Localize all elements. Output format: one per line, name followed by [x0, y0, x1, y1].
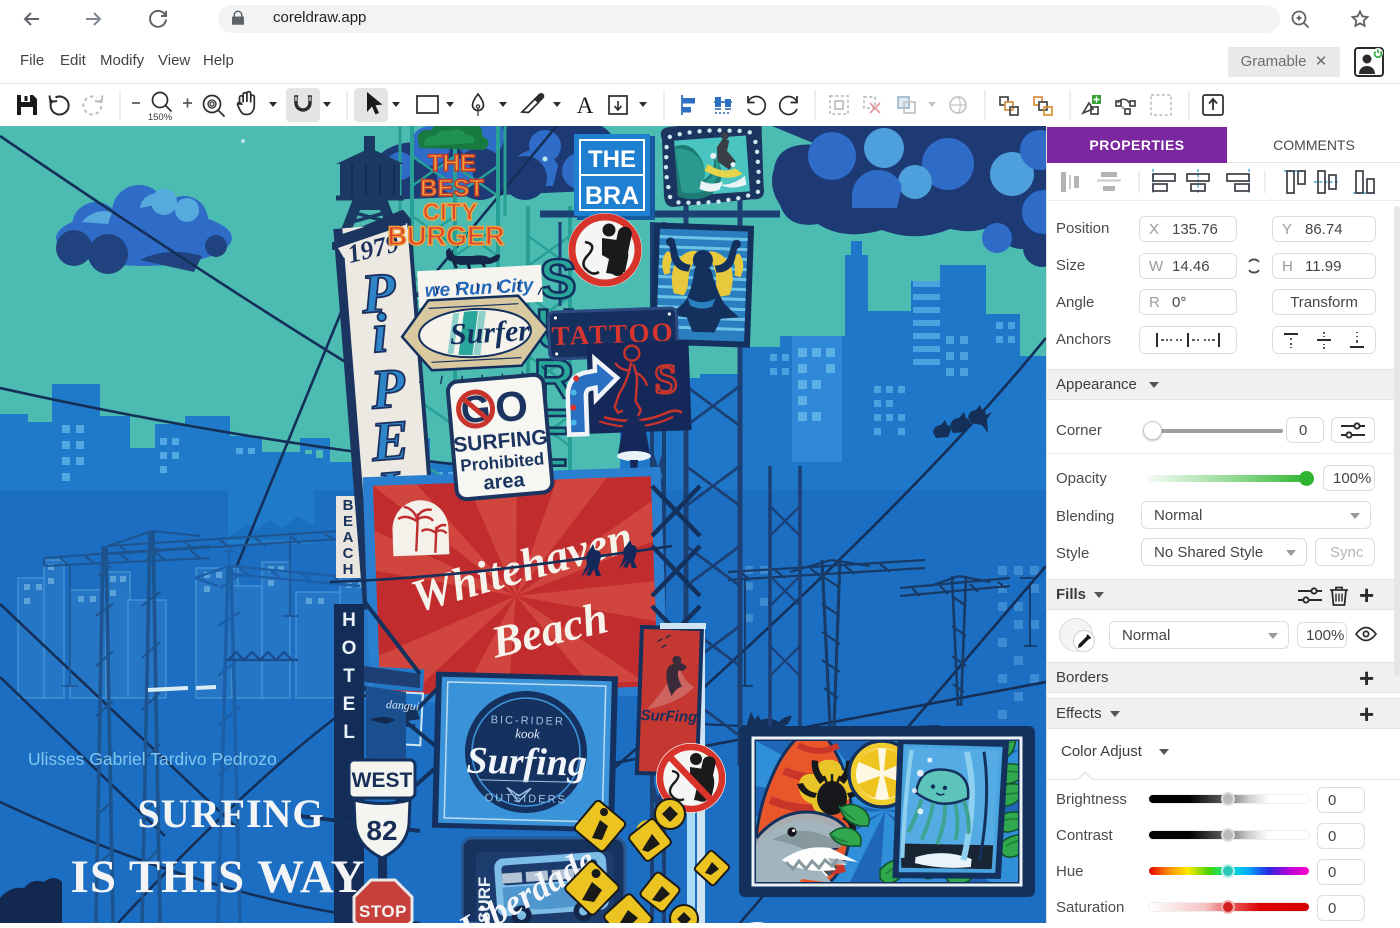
svg-text:Ulisses Gabriel Tardivo Pedroz: Ulisses Gabriel Tardivo Pedrozo	[28, 749, 277, 769]
svg-text:kook: kook	[515, 726, 540, 742]
svg-text:A: A	[577, 93, 594, 118]
svg-text:BRA: BRA	[585, 182, 639, 210]
svg-text:T: T	[343, 666, 355, 687]
svg-text:THE: THE	[428, 150, 476, 177]
svg-text:SurFing: SurFing	[640, 707, 697, 726]
svg-text:Surfing: Surfing	[466, 739, 587, 784]
svg-text:area: area	[483, 469, 527, 495]
svg-text:L: L	[343, 722, 355, 743]
svg-text:150%: 150%	[148, 112, 173, 123]
svg-text:H: H	[343, 561, 354, 578]
svg-text:H: H	[342, 610, 356, 631]
svg-text:C: C	[343, 545, 354, 562]
svg-text:WEST: WEST	[352, 769, 413, 792]
svg-text:STOP: STOP	[359, 902, 407, 921]
svg-text:BEST: BEST	[420, 175, 484, 202]
svg-text:°: °	[1121, 105, 1125, 115]
svg-text:O: O	[342, 638, 357, 659]
svg-text:dangui: dangui	[386, 697, 420, 713]
svg-text:82: 82	[366, 815, 397, 846]
svg-text:B: B	[343, 497, 354, 514]
svg-text:THE: THE	[588, 146, 636, 173]
svg-text:SURFING: SURFING	[137, 791, 324, 836]
svg-text:E: E	[343, 513, 353, 530]
svg-text:IS THIS WAY: IS THIS WAY	[71, 851, 366, 903]
svg-text:Surfer: Surfer	[449, 314, 531, 351]
svg-text:E: E	[343, 694, 356, 715]
svg-text:O: O	[493, 382, 530, 432]
svg-text:A: A	[343, 529, 354, 546]
svg-text:S: S	[653, 357, 678, 404]
svg-text:BURGER: BURGER	[387, 221, 504, 251]
